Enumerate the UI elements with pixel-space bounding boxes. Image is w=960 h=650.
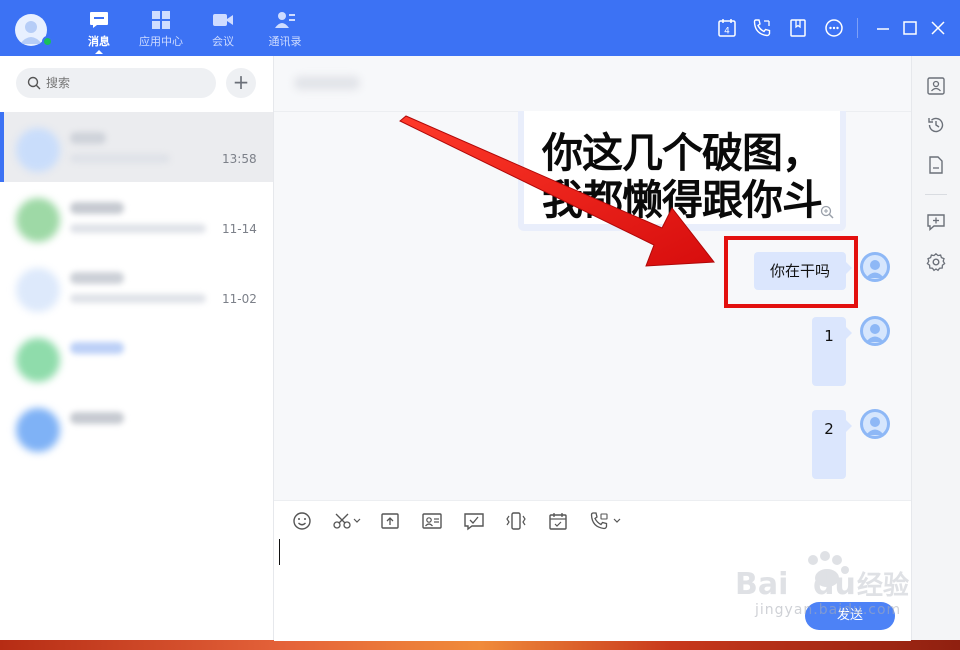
user-silhouette-icon [863, 319, 887, 343]
contact-card-icon[interactable] [421, 511, 443, 531]
user-silhouette-icon [863, 412, 887, 436]
add-comment-icon[interactable] [926, 212, 946, 232]
task-comment-icon[interactable] [463, 511, 485, 531]
blurred-name [70, 202, 124, 214]
tab-label: 会议 [212, 35, 234, 48]
add-button[interactable]: + [226, 68, 256, 98]
watermark-url: jingyan.baidu.com [755, 602, 902, 618]
blurred-preview [70, 154, 170, 163]
tab-contacts[interactable]: 通讯录 [266, 10, 304, 52]
tab-label: 应用中心 [139, 35, 183, 48]
conversation-item[interactable] [0, 392, 273, 462]
tab-meetings[interactable]: 会议 [210, 10, 236, 52]
highlight-box [724, 236, 858, 308]
conversation-item[interactable] [0, 322, 273, 392]
baidu-paw-logo: Bai du 经验 [735, 551, 909, 602]
top-bar: 消息 应用中心 会议 通讯录 4 [0, 0, 960, 56]
sticker-image-message[interactable]: 你这几个破图， 我都懒得跟你斗 [518, 111, 846, 231]
upload-folder-icon[interactable] [379, 511, 401, 531]
video-icon [213, 14, 233, 26]
plus-icon: + [232, 70, 250, 94]
conversation-item[interactable]: 13:58 [0, 112, 273, 182]
text-caret [279, 539, 280, 565]
apps-icon [152, 11, 170, 29]
toolbar-divider [857, 18, 858, 38]
desktop-background [0, 640, 960, 650]
avatar [16, 268, 60, 312]
chat-header [274, 56, 911, 112]
phone-call-icon[interactable] [589, 511, 623, 531]
selection-indicator [0, 112, 4, 182]
message-icon [90, 12, 108, 28]
conversation-item[interactable]: 11-14 [0, 182, 273, 252]
message-text: 2 [824, 420, 834, 438]
zoom-icon[interactable] [820, 205, 834, 219]
conversation-time: 11-14 [222, 222, 257, 236]
blurred-name [70, 132, 106, 144]
vibrate-shake-icon[interactable] [505, 511, 527, 531]
search-input[interactable] [46, 68, 206, 98]
app-window: 消息 应用中心 会议 通讯录 4 搜索 + 13:58 11-14 11-02 … [0, 0, 960, 641]
avatar[interactable] [860, 316, 890, 346]
blurred-name [70, 342, 124, 354]
emoji-icon[interactable] [291, 511, 313, 531]
message-text: 1 [824, 327, 834, 345]
avatar [16, 198, 60, 242]
right-sidebar [911, 56, 960, 640]
search-box[interactable] [16, 68, 216, 98]
bubble-tail [846, 420, 852, 432]
close-icon[interactable] [928, 18, 948, 38]
online-status-dot [42, 36, 53, 47]
contact-card-icon[interactable] [926, 76, 946, 96]
user-silhouette-icon [863, 255, 887, 279]
conversation-time: 11-02 [222, 292, 257, 306]
blurred-name [70, 412, 124, 424]
avatar [16, 408, 60, 452]
conversation-item[interactable]: 11-02 [0, 252, 273, 322]
svg-text:经验: 经验 [857, 570, 909, 601]
rail-divider [925, 194, 947, 195]
more-icon[interactable] [824, 18, 844, 38]
history-icon[interactable] [926, 115, 946, 135]
svg-text:Bai: Bai [735, 567, 788, 602]
message-bubble[interactable]: 2 [812, 410, 852, 479]
minimize-icon[interactable] [873, 18, 893, 38]
conversation-panel: + 13:58 11-14 11-02 [0, 56, 274, 640]
sticker-image: 你这几个破图， 我都懒得跟你斗 [524, 111, 840, 224]
bubble-tail [846, 327, 852, 339]
calendar-icon[interactable]: 4 [717, 18, 737, 38]
settings-icon[interactable] [926, 252, 946, 272]
contacts-icon [275, 12, 295, 28]
conversation-time: 13:58 [222, 152, 257, 166]
avatar [16, 128, 60, 172]
sticker-line-2: 我都懒得跟你斗 [542, 176, 823, 224]
blurred-chat-title [294, 76, 360, 90]
blurred-preview [70, 294, 206, 303]
message-bubble[interactable]: 1 [812, 317, 852, 386]
tab-label: 通讯录 [268, 35, 302, 48]
bookmark-icon[interactable] [788, 18, 808, 38]
schedule-calendar-icon[interactable] [547, 511, 569, 531]
screenshot-scissors-icon[interactable] [332, 511, 362, 531]
tab-label: 消息 [88, 35, 110, 48]
avatar[interactable] [860, 252, 890, 282]
blurred-name [70, 272, 124, 284]
blurred-preview [70, 224, 206, 233]
calendar-day: 4 [724, 27, 730, 37]
avatar [16, 338, 60, 382]
maximize-icon[interactable] [900, 18, 920, 38]
tab-app-center[interactable]: 应用中心 [138, 10, 184, 52]
phone-icon[interactable] [752, 18, 772, 38]
svg-text:du: du [813, 567, 856, 602]
avatar[interactable] [860, 409, 890, 439]
search-icon [27, 76, 41, 90]
tab-messages[interactable]: 消息 [86, 10, 112, 54]
baidu-watermark: Bai du 经验 jingyan.baidu.com [733, 548, 913, 630]
file-icon[interactable] [926, 155, 946, 175]
